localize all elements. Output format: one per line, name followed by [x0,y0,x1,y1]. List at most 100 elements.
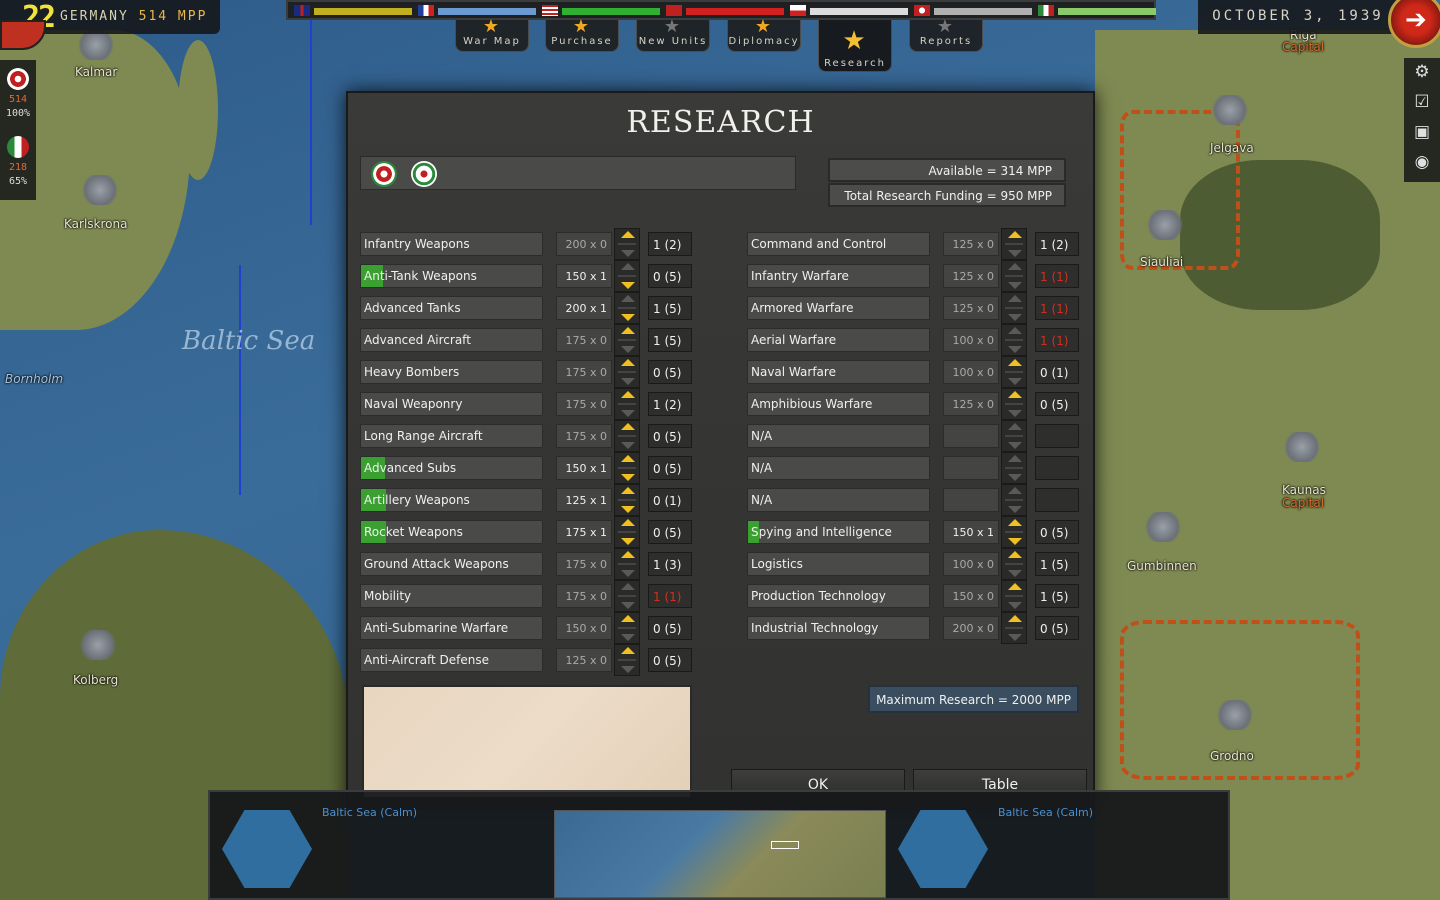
tech-name[interactable]: Command and Control [747,232,930,256]
tech-name[interactable]: Anti-Submarine Warfare [360,616,543,640]
arrow-down-icon[interactable] [1008,474,1022,481]
germany-strength[interactable] [914,5,1034,17]
arrow-down-icon[interactable] [1008,378,1022,385]
arrow-up-icon[interactable] [1008,359,1022,366]
tech-name[interactable]: Infantry Weapons [360,232,543,256]
tab-diplomacy[interactable]: ★ Diplomacy [727,16,801,52]
investment-stepper[interactable] [614,484,640,516]
arrow-down-icon[interactable] [1008,634,1022,641]
arrow-up-icon[interactable] [621,231,635,238]
arrow-down-icon[interactable] [621,474,635,481]
arrow-down-icon[interactable] [1008,442,1022,449]
investment-stepper[interactable] [1001,580,1027,612]
tab-reports[interactable]: ★ Reports [909,16,983,52]
uk-strength[interactable] [294,5,414,17]
arrow-up-icon[interactable] [1008,615,1022,622]
gear-icon[interactable]: ⚙ [1412,62,1432,82]
tech-name[interactable]: Ground Attack Weapons [360,552,543,576]
investment-stepper[interactable] [614,612,640,644]
city-grodno-icon[interactable] [1215,700,1255,730]
arrow-up-icon[interactable] [1008,455,1022,462]
arrow-up-icon[interactable] [1008,231,1022,238]
investment-stepper[interactable] [1001,452,1027,484]
city-kalmar-icon[interactable] [76,30,116,60]
investment-stepper[interactable] [1001,388,1027,420]
tech-name[interactable]: Naval Weaponry [360,392,543,416]
arrow-up-icon[interactable] [1008,519,1022,526]
tech-name[interactable]: Advanced Subs [360,456,543,480]
investment-stepper[interactable] [614,388,640,420]
arrow-down-icon[interactable] [1008,346,1022,353]
tech-name[interactable]: Advanced Aircraft [360,328,543,352]
arrow-down-icon[interactable] [1008,538,1022,545]
tab-purchase[interactable]: ★ Purchase [545,16,619,52]
arrow-up-icon[interactable] [1008,423,1022,430]
arrow-up-icon[interactable] [621,487,635,494]
tech-name[interactable]: N/A [747,456,930,480]
investment-stepper[interactable] [1001,420,1027,452]
arrow-down-icon[interactable] [1008,602,1022,609]
arrow-up-icon[interactable] [621,423,635,430]
investment-stepper[interactable] [1001,324,1027,356]
arrow-down-icon[interactable] [621,250,635,257]
tech-name[interactable]: Logistics [747,552,930,576]
investment-stepper[interactable] [614,580,640,612]
arrow-down-icon[interactable] [1008,570,1022,577]
arrow-up-icon[interactable] [1008,295,1022,302]
investment-stepper[interactable] [614,292,640,324]
arrow-up-icon[interactable] [621,359,635,366]
tech-name[interactable]: Heavy Bombers [360,360,543,384]
arrow-down-icon[interactable] [1008,250,1022,257]
arrow-up-icon[interactable] [621,327,635,334]
minimap-viewport[interactable] [771,841,799,849]
italy-strength[interactable] [1038,5,1158,17]
italy-roundel-icon[interactable] [411,161,437,187]
tab-research[interactable]: ★ Research [818,20,892,72]
arrow-up-icon[interactable] [1008,487,1022,494]
tech-name[interactable]: Aerial Warfare [747,328,930,352]
arrow-up-icon[interactable] [621,391,635,398]
city-siauliai-icon[interactable] [1145,210,1185,240]
city-kolberg-icon[interactable] [78,630,118,660]
tech-name[interactable]: Amphibious Warfare [747,392,930,416]
investment-stepper[interactable] [614,260,640,292]
investment-stepper[interactable] [1001,484,1027,516]
italy-roundel-icon[interactable] [7,136,29,158]
tech-name[interactable]: Rocket Weapons [360,520,543,544]
oland-island[interactable] [178,40,218,180]
arrow-up-icon[interactable] [621,551,635,558]
arrow-down-icon[interactable] [621,442,635,449]
arrow-down-icon[interactable] [621,346,635,353]
arrow-down-icon[interactable] [621,538,635,545]
tech-name[interactable]: Production Technology [747,584,930,608]
arrow-up-icon[interactable] [1008,583,1022,590]
checkbox-icon[interactable]: ☑ [1412,92,1432,112]
arrow-up-icon[interactable] [1008,327,1022,334]
arrow-up-icon[interactable] [621,263,635,270]
investment-stepper[interactable] [614,324,640,356]
arrow-down-icon[interactable] [621,378,635,385]
tech-name[interactable]: Spying and Intelligence [747,520,930,544]
tech-name[interactable]: Industrial Technology [747,616,930,640]
minimap[interactable] [554,810,886,898]
arrow-down-icon[interactable] [621,666,635,673]
investment-stepper[interactable] [614,420,640,452]
investment-stepper[interactable] [614,356,640,388]
investment-stepper[interactable] [614,548,640,580]
investment-stepper[interactable] [614,452,640,484]
france-strength[interactable] [418,5,538,17]
save-icon[interactable]: ▣ [1412,122,1432,142]
arrow-up-icon[interactable] [621,583,635,590]
germany-roundel-icon[interactable] [371,161,397,187]
arrow-down-icon[interactable] [621,506,635,513]
investment-stepper[interactable] [1001,548,1027,580]
investment-stepper[interactable] [1001,260,1027,292]
tech-name[interactable]: Armored Warfare [747,296,930,320]
arrow-down-icon[interactable] [1008,314,1022,321]
tech-name[interactable]: Anti-Aircraft Defense [360,648,543,672]
arrow-down-icon[interactable] [621,282,635,289]
tech-name[interactable]: Naval Warfare [747,360,930,384]
arrow-up-icon[interactable] [1008,551,1022,558]
investment-stepper[interactable] [614,644,640,676]
arrow-up-icon[interactable] [621,647,635,654]
